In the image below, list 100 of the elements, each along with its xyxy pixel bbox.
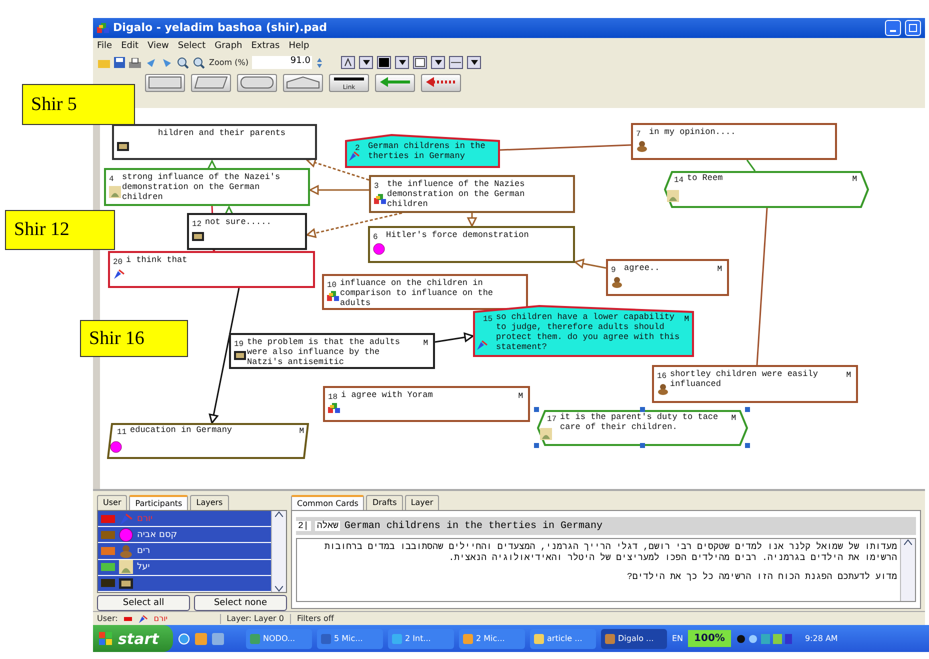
taskbar-button[interactable]: NODO... [246, 628, 312, 648]
taskbar-button[interactable]: 2 Int... [388, 628, 454, 648]
participant-row[interactable]: קסם אביה [98, 527, 271, 544]
taskbar-button[interactable]: 2 Mic... [459, 628, 525, 648]
maximize-button[interactable] [905, 20, 921, 36]
menu-item[interactable]: Select [178, 40, 206, 51]
card-number: 18 [328, 392, 339, 402]
taskbar-button[interactable]: Digalo ... [601, 628, 667, 648]
menu-item[interactable]: Graph [214, 40, 242, 51]
caret-icon [362, 60, 370, 66]
marker-label: M [684, 314, 689, 324]
language-indicator[interactable]: EN [672, 634, 684, 643]
user-name: יורם [154, 614, 168, 623]
user-label: User: [97, 614, 118, 623]
tab[interactable]: Participants [129, 495, 188, 510]
font-style-button[interactable] [341, 56, 356, 70]
argument-card[interactable]: 6 Hitler's force demonstration [368, 226, 575, 263]
shape-tool-button[interactable] [191, 74, 231, 92]
resize-handle[interactable] [640, 406, 644, 412]
spinner-icon[interactable] [316, 56, 324, 69]
dropdown-button[interactable] [359, 56, 374, 70]
blocks-icon [327, 290, 339, 302]
card-text: i think that [126, 254, 188, 265]
fill-color-button[interactable] [377, 56, 392, 70]
app-icon [392, 634, 402, 644]
card-number: 10 [327, 280, 338, 290]
menu-item[interactable]: File [97, 40, 112, 51]
argument-card[interactable]: 2 German childrens in the therties in Germany [345, 134, 500, 168]
argument-card[interactable]: 15 so children have a lower capability to judge, therefore adults should protect them. do you agree with this statement? M [473, 304, 694, 357]
argument-card[interactable]: 17 it is the parent's duty to tace care of their children. M [537, 410, 748, 446]
dropdown-button[interactable] [431, 56, 446, 70]
menu-item[interactable]: Help [288, 40, 310, 51]
scrollbar[interactable] [271, 511, 286, 592]
browser-icon[interactable] [178, 632, 190, 644]
taskbar-button[interactable]: article ... [530, 628, 596, 648]
card-number: 15 [483, 314, 494, 324]
card-text: Hitler's force demonstration [386, 230, 529, 240]
argument-card[interactable]: 3 the influence of the Nazies demonstration on the German children [369, 174, 575, 213]
argument-card[interactable]: 11 education in Germany M [107, 422, 309, 459]
resize-handle[interactable] [745, 406, 750, 412]
pen-icon [119, 512, 133, 526]
card-number: 17 [547, 414, 558, 424]
participant-row[interactable] [98, 576, 271, 592]
tab[interactable]: Layers [190, 495, 229, 510]
blocks-icon [374, 192, 386, 205]
bear-icon [636, 140, 648, 152]
dropdown-button[interactable] [395, 56, 410, 70]
argument-card[interactable]: 20 i think that [108, 250, 315, 288]
select-all-button[interactable]: Select all [97, 595, 190, 612]
tab[interactable]: Layer [404, 495, 440, 510]
resize-handle[interactable] [745, 442, 750, 448]
tab[interactable]: Drafts [366, 495, 403, 510]
shape-tool-button[interactable] [237, 74, 277, 92]
card-text: the influence of the Nazies demonstration on the German children [387, 178, 526, 209]
zoom-field[interactable]: 91.0 [252, 56, 312, 70]
argument-card[interactable]: 7 in my opinion.... [631, 122, 837, 160]
shape-tool-button[interactable] [283, 74, 323, 92]
card-text-area[interactable] [296, 538, 916, 602]
blocks-icon [328, 402, 340, 414]
callout-label: Shir 5 [22, 84, 135, 125]
card-number: 7 [636, 130, 642, 139]
resize-handle[interactable] [534, 406, 539, 412]
argument-card[interactable]: hildren and their parents [112, 124, 317, 160]
television-icon [192, 230, 204, 242]
line-style-button[interactable] [449, 56, 464, 70]
participant-row[interactable]: יעל [98, 560, 271, 576]
card-number: 11 [117, 428, 128, 437]
minimize-button[interactable] [885, 20, 901, 36]
argument-card[interactable]: 18 i agree with Yoram M [323, 386, 530, 422]
zoom-in-icon[interactable] [177, 56, 189, 69]
tab[interactable]: User [97, 495, 128, 510]
select-none-button[interactable]: Select none [194, 595, 287, 612]
clock: 9:28 AM [804, 634, 838, 643]
shape-tool-button[interactable] [421, 74, 461, 92]
menu-item[interactable]: Extras [251, 40, 280, 51]
argument-card[interactable]: 4 strong influance of the Nazei's demonstration on the German children [104, 168, 310, 206]
border-color-button[interactable] [413, 56, 428, 70]
window-title: Digalo - yeladim bashoa (shir).pad [113, 21, 328, 34]
print-icon[interactable] [129, 58, 141, 68]
resize-handle[interactable] [640, 442, 644, 448]
resize-handle[interactable] [534, 442, 539, 448]
taskbar-button[interactable]: 5 Mic... [317, 628, 383, 648]
tab[interactable]: Common Cards [291, 495, 364, 510]
arrow-icon[interactable] [161, 56, 173, 69]
argument-card[interactable]: 19 the problem is that the adults were also influance by the Natzi's antisemitic M [229, 332, 435, 369]
menu-item[interactable]: Edit [121, 40, 138, 51]
shape-tool-button[interactable] [145, 74, 185, 92]
scrollbar[interactable] [900, 539, 915, 602]
argument-card[interactable]: 14 to Reem M [664, 170, 869, 208]
zoom-out-icon[interactable] [193, 56, 205, 69]
menu-item[interactable]: View [148, 40, 169, 51]
argument-card[interactable]: 12 not sure..... [187, 212, 307, 250]
save-icon[interactable] [114, 57, 125, 68]
filled-square-icon [379, 58, 390, 68]
argument-card[interactable]: 9 agree.. M [606, 258, 729, 296]
participant-row[interactable]: רים [98, 543, 271, 560]
battery-indicator: 100% [688, 630, 731, 647]
dropdown-button[interactable] [467, 56, 482, 70]
argument-card[interactable]: 10 influance on the children in comparison to influance on the adults [322, 274, 528, 310]
argument-card[interactable]: 16 shortley children were easily influanced M [652, 364, 858, 403]
